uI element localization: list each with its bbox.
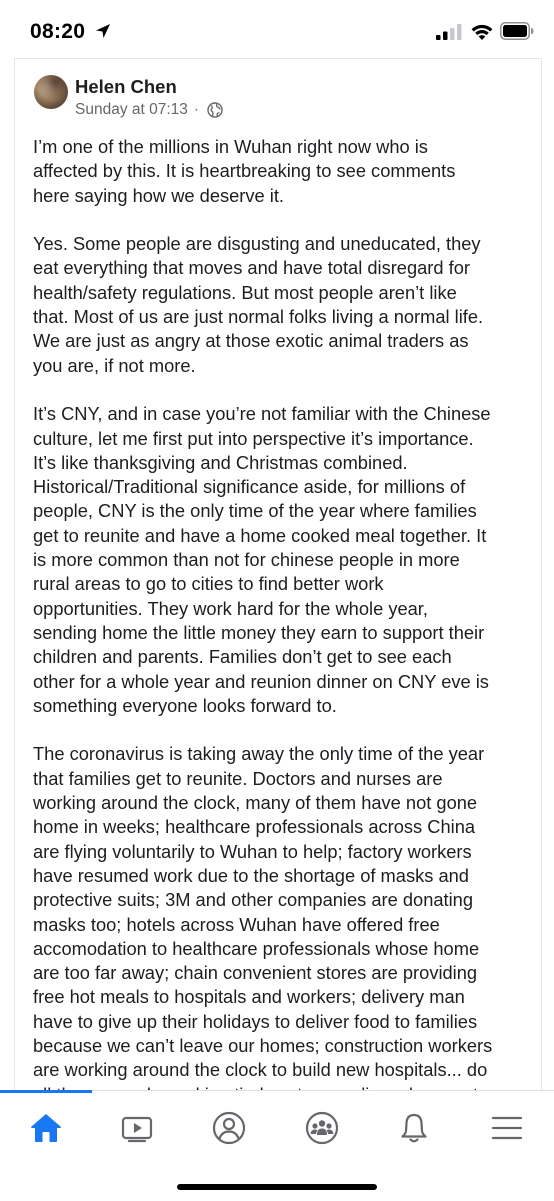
post-card: Helen Chen Sunday at 07:13 · I’m one of … <box>14 58 542 1091</box>
wifi-icon <box>471 24 493 40</box>
tab-video[interactable] <box>107 1105 167 1151</box>
active-tab-indicator <box>0 1090 92 1093</box>
text-line: It’s like thanksgiving and Christmas com… <box>33 451 408 473</box>
home-icon <box>31 1114 61 1142</box>
home-indicator <box>177 1184 377 1190</box>
signal-icon <box>436 24 462 40</box>
text-line: something everyone looks forward to. <box>33 694 337 716</box>
tab-profile[interactable] <box>199 1105 259 1151</box>
tab-groups[interactable] <box>292 1105 352 1151</box>
status-time: 08:20 <box>30 20 86 43</box>
text-line: are working around the clock to build ne… <box>33 1059 488 1081</box>
author-name[interactable]: Helen Chen <box>75 76 177 98</box>
globe-icon <box>207 102 223 118</box>
post-timestamp[interactable]: Sunday at 07:13 <box>75 101 188 119</box>
battery-icon <box>500 22 534 40</box>
text-line: you are, if not more. <box>33 354 196 376</box>
tab-menu[interactable] <box>477 1105 537 1151</box>
text-line: Historical/Traditional significance asid… <box>33 476 466 498</box>
text-line: The coronavirus is taking away the only … <box>33 743 485 765</box>
text-line: protective suits; 3M and other companies… <box>33 889 474 911</box>
text-line: sending home the little money they earn … <box>33 621 485 643</box>
tab-home[interactable] <box>16 1105 76 1151</box>
text-line: get to reunite and have a home cooked me… <box>33 524 487 546</box>
post-body: I’m one of the millions in Wuhan right n… <box>33 135 533 1091</box>
text-line: here saying how we deserve it. <box>33 184 284 206</box>
text-line: have resumed work due to the shortage of… <box>33 864 469 886</box>
text-line: We are just as angry at those exotic ani… <box>33 330 469 352</box>
text-line: have to give up their holidays to delive… <box>33 1010 478 1032</box>
text-line: Yes. Some people are disgusting and uned… <box>33 233 481 255</box>
text-line: that families get to reunite. Doctors an… <box>33 767 443 789</box>
text-line: are too far away; chain convenient store… <box>33 962 478 984</box>
location-arrow-icon <box>96 24 110 38</box>
text-line: It’s CNY, and in case you’re not familia… <box>33 403 491 425</box>
text-line: because we can’t leave our homes; constr… <box>33 1034 493 1056</box>
text-line: home in weeks; healthcare professionals … <box>33 816 476 838</box>
text-line: working around the clock, many of them h… <box>33 792 478 814</box>
video-icon <box>121 1116 153 1143</box>
text-line: accomodation to healthcare professionals… <box>33 937 480 959</box>
text-line: people, CNY is the only time of the year… <box>33 500 477 522</box>
post-header: Helen Chen Sunday at 07:13 · <box>15 59 541 129</box>
tab-notifications[interactable] <box>384 1105 444 1151</box>
text-line: eat everything that moves and have total… <box>33 257 470 279</box>
menu-icon <box>491 1116 523 1140</box>
text-line: free hot meals to hospitals and workers;… <box>33 986 465 1008</box>
text-line: affected by this. It is heartbreaking to… <box>33 160 456 182</box>
text-line: children and parents. Families don’t get… <box>33 646 452 668</box>
text-line: other for a whole year and reunion dinne… <box>33 670 489 692</box>
meta-separator: · <box>193 101 200 118</box>
post-meta: Sunday at 07:13 · <box>75 101 223 119</box>
text-line: health/safety regulations. But most peop… <box>33 281 457 303</box>
avatar[interactable] <box>34 75 68 109</box>
text-line: I’m one of the millions in Wuhan right n… <box>33 136 428 157</box>
text-line: culture, let me first put into perspecti… <box>33 427 474 449</box>
post-paragraph-4: The coronavirus is taking away the only … <box>33 742 533 1091</box>
text-line: opportunities. They work hard for the wh… <box>33 597 428 619</box>
groups-icon <box>305 1111 339 1145</box>
text-line: is more common than not for chinese peop… <box>33 549 460 571</box>
post-paragraph-3: It’s CNY, and in case you’re not familia… <box>33 402 533 718</box>
text-line: are flying voluntarily to Wuhan to help;… <box>33 840 472 862</box>
profile-icon <box>212 1111 246 1145</box>
text-line: that. Most of us are just normal folks l… <box>33 306 484 328</box>
text-line: rural areas to go to cities to find bett… <box>33 573 384 595</box>
notifications-icon <box>401 1113 427 1143</box>
text-line: masks too; hotels across Wuhan have offe… <box>33 913 440 935</box>
post-paragraph-2: Yes. Some people are disgusting and uned… <box>33 232 533 378</box>
post-paragraph-1: I’m one of the millions in Wuhan right n… <box>33 135 533 208</box>
status-bar: 08:20 <box>0 0 554 58</box>
